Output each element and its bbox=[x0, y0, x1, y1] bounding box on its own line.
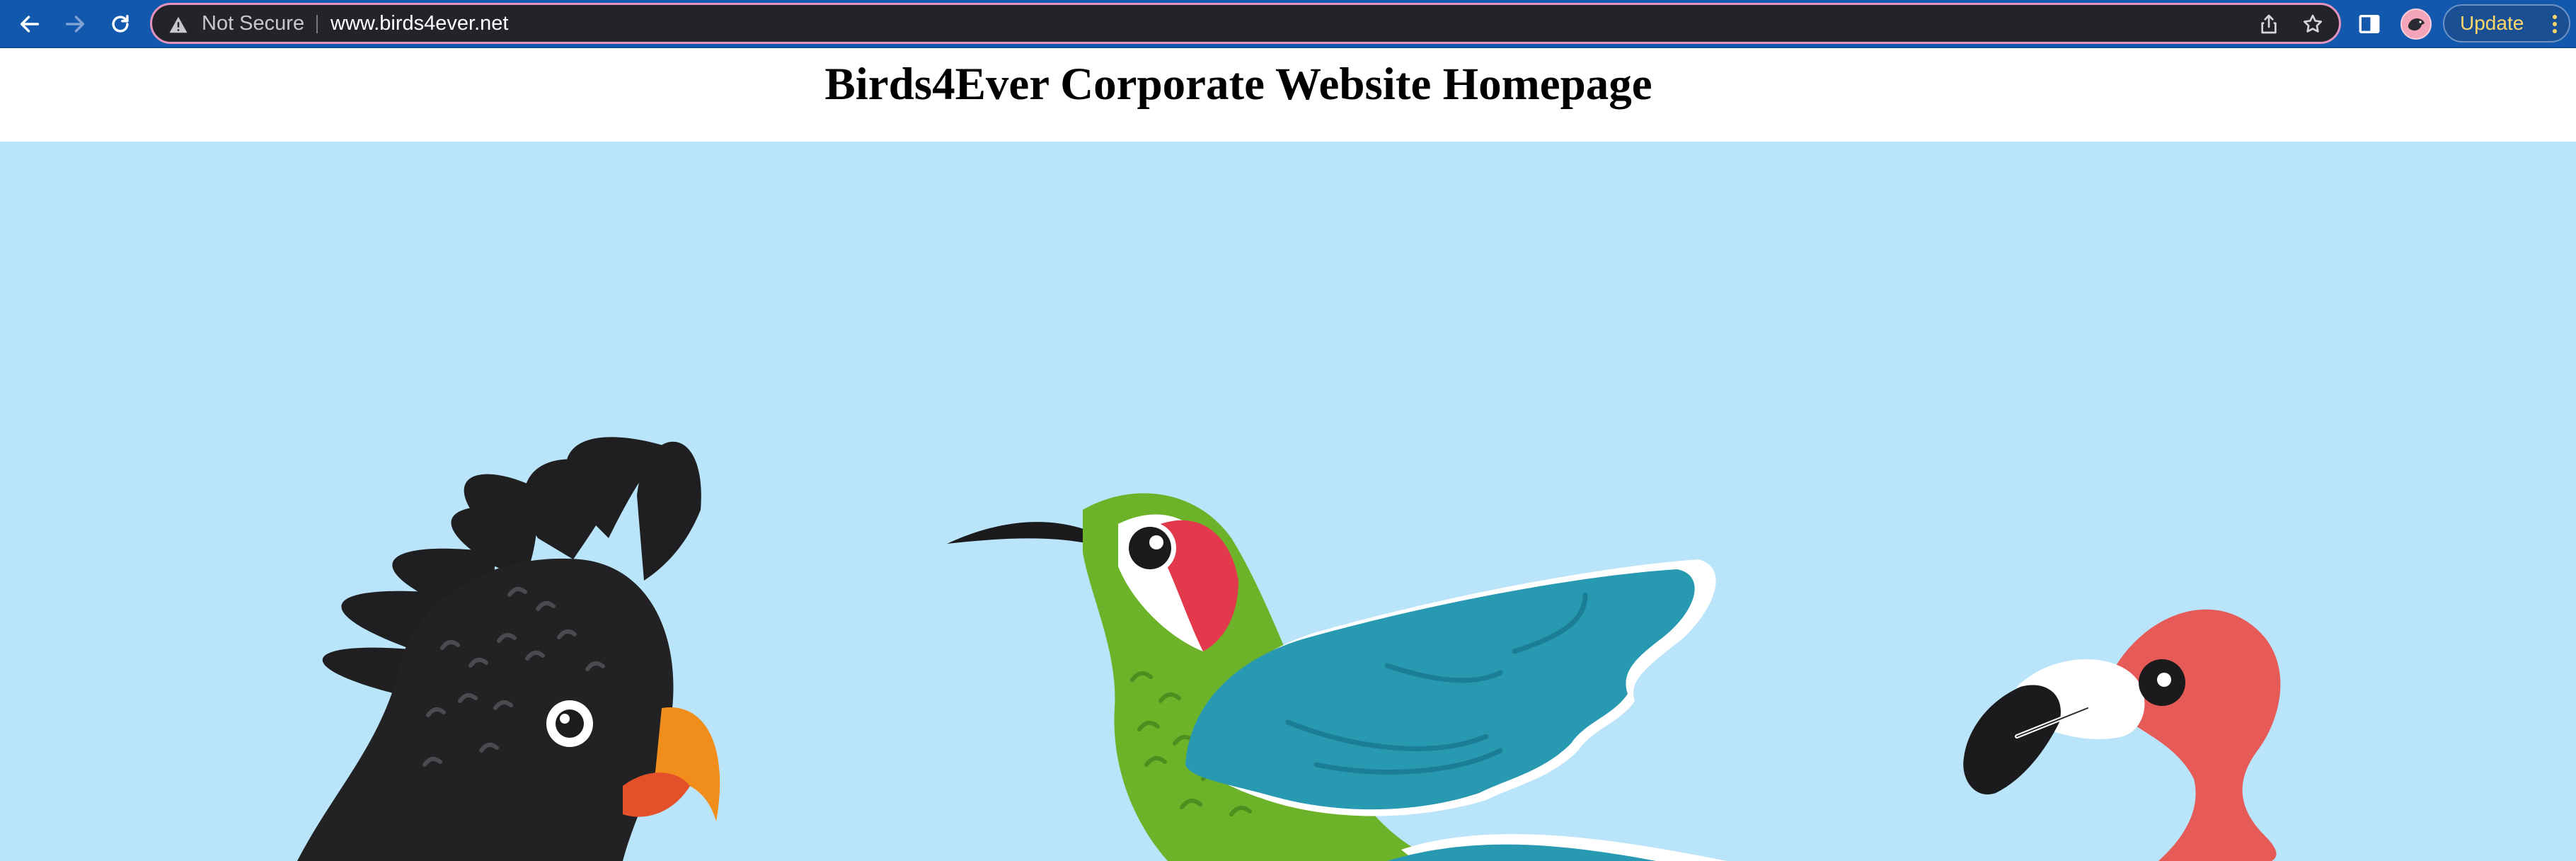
arrow-right-icon bbox=[65, 16, 85, 33]
hero-banner bbox=[0, 142, 2576, 861]
cockatoo-illustration bbox=[297, 437, 720, 861]
page-title: Birds4Ever Corporate Website Homepage bbox=[824, 59, 1652, 110]
flamingo-illustration bbox=[1963, 609, 2281, 861]
bookmark-button[interactable] bbox=[2301, 12, 2325, 36]
reload-button[interactable] bbox=[103, 7, 137, 41]
reload-icon bbox=[112, 14, 129, 33]
birds-illustration bbox=[297, 437, 2281, 861]
address-bar[interactable]: Not Secure www.birds4ever.net bbox=[150, 3, 2341, 44]
star-icon bbox=[2303, 14, 2323, 33]
kebab-menu-icon bbox=[2553, 15, 2557, 33]
omnibox-divider bbox=[316, 15, 318, 33]
share-button[interactable] bbox=[2257, 12, 2281, 36]
security-status-label[interactable]: Not Secure bbox=[202, 5, 304, 42]
forward-button[interactable] bbox=[58, 7, 92, 41]
arrow-left-icon bbox=[20, 16, 40, 33]
avatar[interactable] bbox=[2400, 8, 2432, 40]
side-panel-button[interactable] bbox=[2355, 10, 2384, 38]
warning-triangle-icon bbox=[169, 16, 188, 33]
back-button[interactable] bbox=[13, 7, 47, 41]
page-header: Birds4Ever Corporate Website Homepage bbox=[0, 50, 2576, 142]
share-icon bbox=[2261, 14, 2277, 34]
update-button-label: Update bbox=[2460, 12, 2524, 34]
update-button[interactable]: Update bbox=[2443, 4, 2570, 42]
side-panel-icon bbox=[2359, 14, 2380, 34]
hummingbird-illustration bbox=[947, 493, 1727, 861]
url-text[interactable]: www.birds4ever.net bbox=[330, 5, 508, 42]
browser-toolbar: Not Secure www.birds4ever.net Update bbox=[0, 0, 2576, 48]
profile-bird-icon bbox=[2402, 10, 2430, 38]
